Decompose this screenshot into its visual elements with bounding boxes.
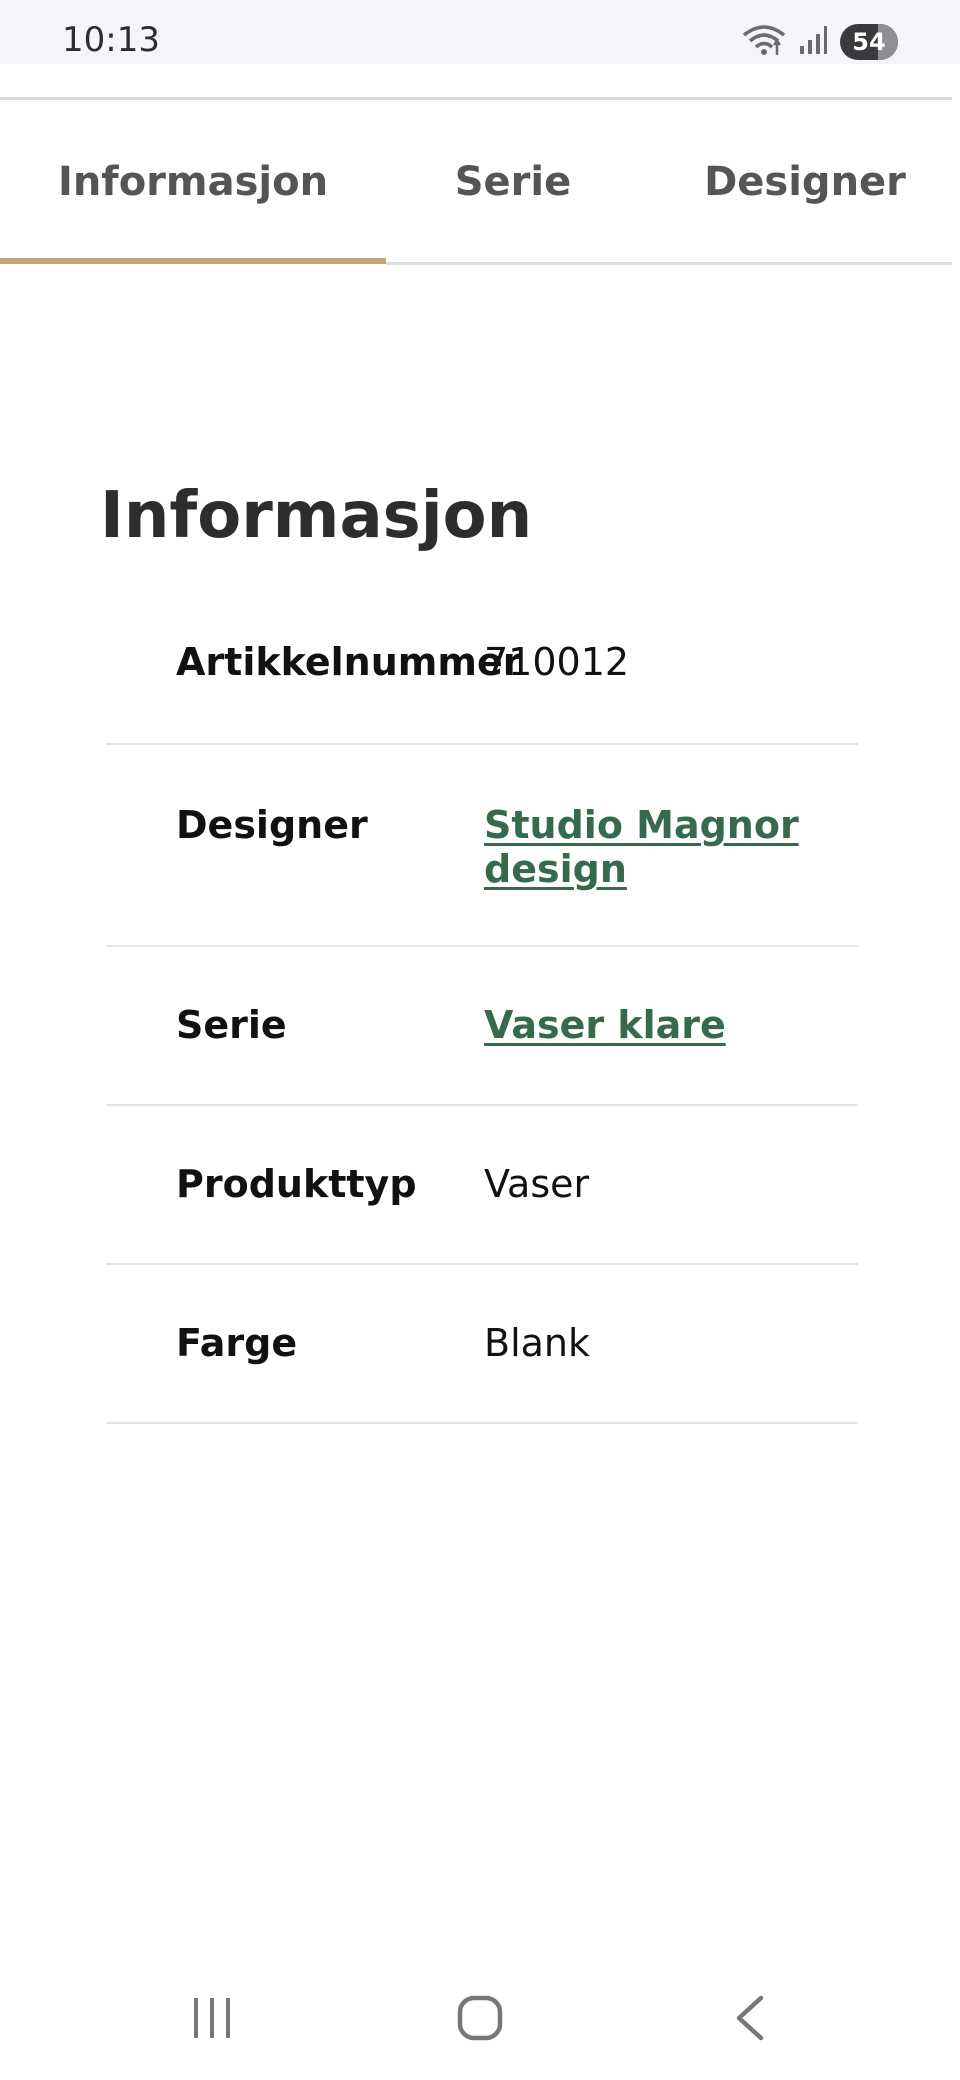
row-label: Serie: [176, 1003, 287, 1047]
tab-bar: Informasjon Serie Designer: [0, 100, 952, 264]
info-row-serie: Serie Vaser klare: [106, 947, 858, 1106]
row-value: Vaser: [484, 1162, 590, 1206]
back-button[interactable]: [690, 1960, 810, 2080]
tab-serie[interactable]: Serie: [386, 100, 640, 264]
recents-button[interactable]: [152, 1960, 272, 2080]
status-icons: 54: [742, 22, 898, 62]
section-title: Informasjon: [100, 479, 533, 553]
row-value: 710012: [484, 640, 630, 684]
status-time: 10:13: [62, 20, 160, 60]
row-label: Farge: [176, 1321, 298, 1365]
battery-icon: 54: [840, 24, 898, 60]
status-bar: 10:13 54: [0, 0, 960, 64]
info-row-designer: Designer Studio Magnor design: [106, 745, 858, 947]
active-tab-indicator: [0, 258, 386, 264]
serie-link[interactable]: Vaser klare: [484, 1003, 814, 1047]
signal-icon: [798, 24, 828, 60]
info-row-farge: Farge Blank: [106, 1265, 858, 1424]
home-icon: [456, 1994, 504, 2046]
designer-link[interactable]: Studio Magnor design: [484, 803, 814, 891]
navigation-bar: [0, 1960, 960, 2080]
home-button[interactable]: [420, 1960, 540, 2080]
info-table: Artikkelnummer 710012 Designer Studio Ma…: [106, 595, 858, 1424]
tab-informasjon[interactable]: Informasjon: [0, 100, 386, 264]
row-label: Produkttyp: [176, 1162, 417, 1206]
info-row-artikkelnummer: Artikkelnummer 710012: [106, 595, 858, 745]
wifi-icon: [742, 23, 786, 61]
back-icon: [733, 1994, 767, 2046]
row-label: Artikkelnummer: [176, 640, 522, 684]
recents-icon: [190, 1996, 234, 2044]
tab-designer[interactable]: Designer: [640, 100, 960, 264]
battery-level: 54: [852, 28, 886, 56]
tab-divider: [386, 262, 952, 265]
info-row-produkttyp: Produkttyp Vaser: [106, 1106, 858, 1265]
row-label: Designer: [176, 803, 368, 847]
row-value: Blank: [484, 1321, 591, 1365]
